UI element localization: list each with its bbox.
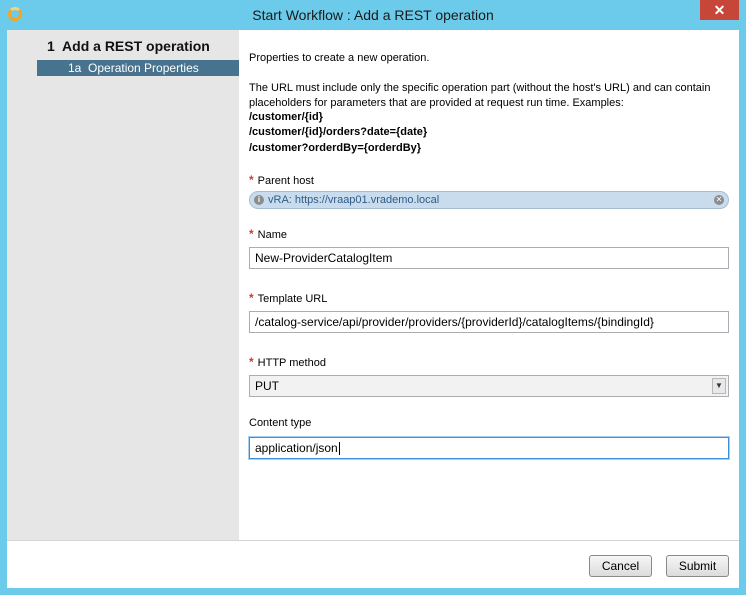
required-marker: *	[249, 291, 254, 305]
content-type-input[interactable]: application/json	[249, 437, 729, 459]
template-url-input[interactable]: /catalog-service/api/provider/providers/…	[249, 311, 729, 333]
content-type-label: Content type	[249, 417, 312, 429]
name-label: * Name	[249, 227, 288, 241]
close-button[interactable]: ✕	[700, 0, 739, 20]
url-help-line-2: placeholders for parameters that are pro…	[249, 97, 624, 109]
content-type-value: application/json	[255, 441, 338, 455]
window-title: Start Workflow : Add a REST operation	[252, 7, 494, 23]
required-marker: *	[249, 227, 254, 241]
example-url: /customer/{id}/orders?date={date}	[249, 126, 428, 138]
text-caret	[338, 442, 340, 456]
name-input[interactable]: New-ProviderCatalogItem	[249, 247, 729, 269]
template-url-label: * Template URL	[249, 291, 328, 305]
parent-host-field[interactable]: i vRA: https://vraap01.vrademo.local ✕	[249, 191, 729, 209]
chevron-down-icon[interactable]: ▼	[712, 378, 726, 394]
wizard-substep-operation-properties[interactable]: 1a Operation Properties	[37, 60, 239, 76]
required-marker: *	[249, 173, 254, 187]
cancel-button[interactable]: Cancel	[589, 555, 652, 577]
http-method-label: * HTTP method	[249, 355, 326, 369]
intro-text: Properties to create a new operation.	[249, 52, 430, 64]
wizard-sidebar: 1 Add a REST operation 1a Operation Prop…	[7, 30, 239, 540]
wizard-step-title[interactable]: 1 Add a REST operation	[47, 38, 210, 54]
dialog-window: 1 Add a REST operation 1a Operation Prop…	[7, 30, 739, 588]
info-icon: i	[254, 195, 264, 205]
url-help-line-1: The URL must include only the specific o…	[249, 82, 711, 94]
http-method-select[interactable]: PUT ▼	[249, 375, 729, 397]
dialog-footer: Cancel Submit	[7, 540, 739, 589]
clear-icon[interactable]: ✕	[714, 195, 724, 205]
submit-button[interactable]: Submit	[666, 555, 729, 577]
required-marker: *	[249, 355, 254, 369]
parent-host-value: vRA: https://vraap01.vrademo.local	[268, 194, 440, 206]
title-bar: Start Workflow : Add a REST operation ✕	[0, 0, 746, 30]
example-url: /customer/{id}	[249, 111, 323, 123]
example-url: /customer?orderdBy={orderdBy}	[249, 142, 422, 154]
http-method-value: PUT	[255, 379, 279, 393]
parent-host-label: * Parent host	[249, 173, 314, 187]
